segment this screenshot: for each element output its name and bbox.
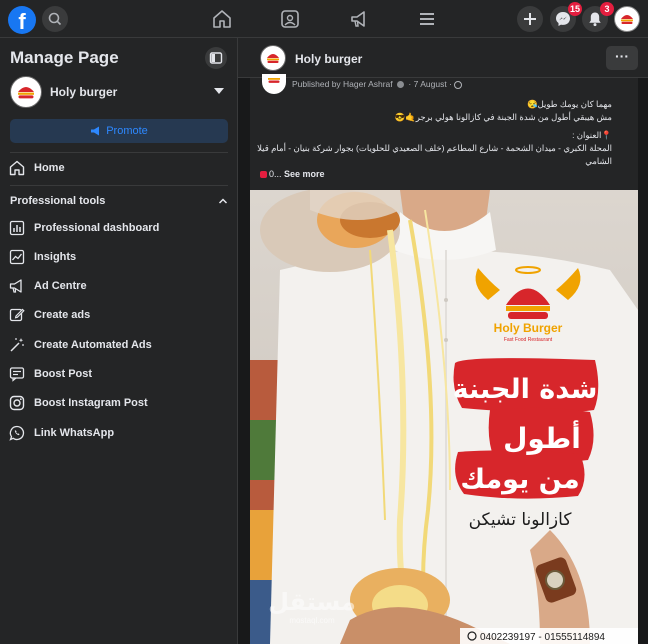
sidebar-item-professional-dashboard[interactable]: Professional dashboard	[8, 217, 230, 241]
page-avatar	[10, 76, 42, 108]
promote-label: Promote	[106, 125, 148, 137]
home-icon	[9, 160, 25, 176]
headline-line: من يومك	[460, 464, 579, 495]
megaphone-icon[interactable]	[348, 8, 370, 30]
collapse-icon	[209, 52, 223, 64]
professional-tools-heading: Professional tools	[10, 195, 106, 207]
page-name: Holy burger	[50, 85, 118, 99]
sidebar-title: Manage Page	[10, 48, 119, 67]
sidebar-item-boost-instagram-post[interactable]: Boost Instagram Post	[8, 392, 230, 416]
menu-icon[interactable]	[416, 8, 438, 30]
see-more-prefix: 0...	[269, 169, 282, 179]
holy-burger-logo	[268, 78, 280, 83]
messenger-button[interactable]: 15	[550, 2, 582, 32]
post-line: مش هيبقي أطول من شدة الجبنة في كازالونا …	[394, 112, 612, 122]
phone-numbers: 0402239197 - 01555114894	[480, 632, 605, 643]
sidebar-item-label: Ad Centre	[34, 280, 87, 292]
record-icon	[260, 171, 267, 179]
sidebar-item-boost-post[interactable]: Boost Post	[8, 363, 230, 387]
divider	[10, 152, 228, 153]
caret-down-icon[interactable]	[214, 88, 224, 94]
brand-name: Holy Burger	[494, 321, 563, 335]
dashboard-icon	[9, 220, 25, 236]
post-line: 📍العنوان :	[572, 130, 612, 140]
info-icon	[397, 81, 405, 89]
instagram-icon	[9, 395, 25, 411]
facebook-logo[interactable]: f	[8, 6, 36, 34]
magic-wand-icon	[10, 338, 24, 352]
sidebar-item-label: Create Automated Ads	[34, 339, 152, 351]
watermark-sub: mostaql.com	[289, 616, 335, 625]
megaphone-icon	[91, 126, 100, 136]
sidebar-item-create-automated-ads[interactable]: Create Automated Ads	[8, 334, 230, 358]
holy-burger-logo	[18, 87, 34, 99]
sidebar-item-label: Insights	[34, 251, 77, 263]
published-by[interactable]: Published by Hager Ashraf	[292, 79, 393, 89]
page-name[interactable]: Holy burger	[295, 52, 362, 66]
sidebar-item-label: Professional dashboard	[34, 222, 160, 234]
post-line: مهما كان يومك طويل😪	[527, 99, 612, 109]
home-icon[interactable]	[211, 8, 233, 30]
video-icon[interactable]	[279, 8, 301, 30]
search-button[interactable]	[42, 6, 68, 32]
watermark: مستقل	[268, 588, 356, 616]
post-image[interactable]: Holy Burger Fast Food Restaurant شدة الج…	[250, 190, 638, 644]
image-subline: كازالونا تشيكن	[469, 510, 573, 530]
holy-burger-logo	[267, 54, 279, 63]
insights-icon	[9, 249, 25, 265]
see-more-row: 0... See more	[260, 169, 325, 179]
whatsapp-icon	[9, 425, 25, 441]
page-switcher[interactable]: Holy burger	[10, 76, 228, 110]
notifications-button[interactable]: 3	[582, 2, 614, 32]
post-artwork: Holy Burger Fast Food Restaurant شدة الج…	[250, 190, 638, 644]
holy-burger-logo	[621, 15, 633, 24]
sidebar-item-label: Create ads	[34, 309, 91, 321]
sidebar-item-insights[interactable]: Insights	[8, 246, 230, 270]
collapse-sidebar-button[interactable]	[205, 47, 227, 69]
create-button[interactable]	[517, 6, 543, 32]
post-date[interactable]: · 7 August ·	[408, 79, 451, 89]
main-content: Holy burger ··· Published by Hager Ashra…	[238, 38, 648, 644]
search-icon	[48, 12, 62, 26]
page-avatar[interactable]	[260, 45, 286, 71]
post-text: مهما كان يومك طويل😪 مش هيبقي أطول من شدة…	[257, 98, 612, 168]
account-avatar[interactable]	[614, 6, 640, 32]
sidebar-item-ad-centre[interactable]: Ad Centre	[8, 275, 230, 299]
page-header: Holy burger ···	[238, 38, 648, 78]
chevron-up-icon[interactable]	[218, 197, 228, 205]
boost-post-icon	[9, 367, 25, 382]
sidebar-item-home[interactable]: Home	[8, 157, 230, 181]
pencil-icon	[9, 308, 25, 322]
post-meta: Published by Hager Ashraf · 7 August ·	[292, 79, 463, 89]
sidebar-item-create-ads[interactable]: Create ads	[8, 304, 230, 328]
brand-tagline: Fast Food Restaurant	[504, 337, 553, 343]
post-card: Published by Hager Ashraf · 7 August · م…	[250, 74, 638, 644]
sidebar-item-label: Boost Post	[34, 368, 93, 380]
sidebar-item-link-whatsapp[interactable]: Link WhatsApp	[8, 422, 230, 446]
manage-page-sidebar: Manage Page Holy burger Promote Home Pro…	[0, 38, 238, 644]
see-more-link[interactable]: See more	[284, 169, 325, 179]
divider	[10, 185, 228, 186]
post-author-avatar[interactable]	[262, 74, 286, 94]
headline-line: شدة الجبنة	[453, 374, 598, 405]
headline-line: أطول	[503, 420, 581, 455]
globe-icon	[454, 80, 463, 89]
plus-icon	[524, 13, 536, 25]
megaphone-icon	[9, 279, 22, 293]
top-bar: f 15 3	[0, 0, 648, 38]
notifications-badge: 3	[600, 2, 614, 16]
sidebar-item-label: Boost Instagram Post	[34, 397, 148, 409]
more-options-button[interactable]: ···	[606, 46, 638, 70]
post-line: المحلة الكبري - ميدان الشحمة - شارع المط…	[257, 143, 612, 153]
promote-button[interactable]: Promote	[10, 119, 228, 143]
sidebar-item-label: Link WhatsApp	[34, 427, 115, 439]
sidebar-item-label: Home	[34, 162, 65, 174]
messenger-badge: 15	[567, 2, 582, 16]
post-line: الشامي	[585, 156, 612, 166]
